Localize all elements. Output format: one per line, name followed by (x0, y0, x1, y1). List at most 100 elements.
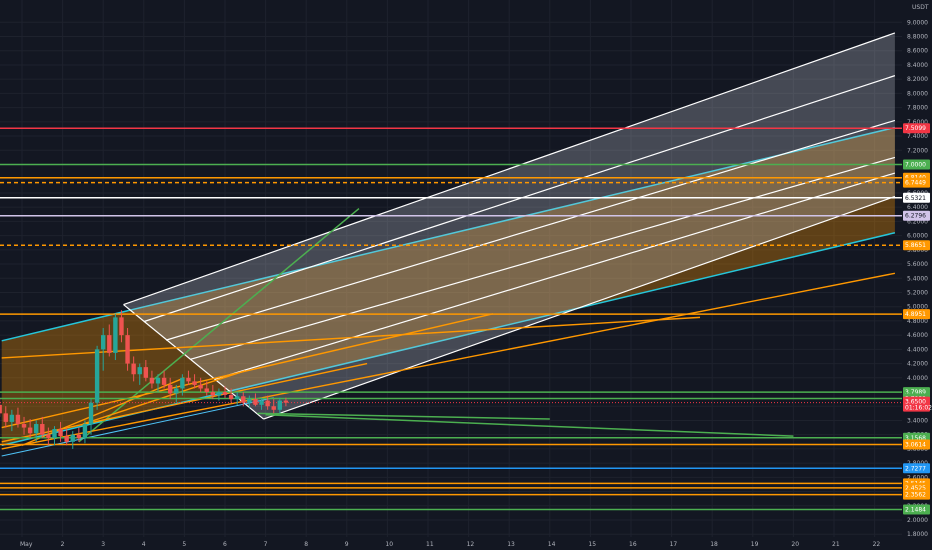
time-tick-label: 13 (507, 541, 515, 548)
candle-body (149, 377, 155, 384)
price-tick-label: 4.4000 (907, 346, 928, 353)
candle-body (277, 400, 283, 410)
candle-body (271, 406, 276, 410)
candle-body (259, 400, 264, 405)
price-tick-label: 7.4000 (907, 133, 928, 140)
price-tick-label: 8.4000 (907, 62, 928, 69)
time-tick-label: 5 (182, 541, 186, 548)
candle-body (155, 377, 161, 384)
countdown-text: 01:16:02 (905, 405, 932, 412)
time-axis[interactable]: May 2 3 4 5 6 7 8 9 10 11 12 13 14 15 16 17 18 19 20 21 22 (0, 537, 932, 550)
time-tick-label: 17 (670, 541, 678, 548)
price-level-badge-text: 7.0000 (905, 162, 926, 169)
price-tick-label: 4.2000 (907, 361, 928, 368)
candle-body (174, 388, 179, 394)
price-tick-label: 5.4000 (907, 275, 928, 282)
candle-body (210, 392, 216, 396)
candle-body (161, 377, 167, 385)
candle-body (241, 396, 246, 403)
candle-body (76, 434, 82, 439)
candle-body (9, 414, 15, 422)
candle-body (15, 414, 21, 425)
time-tick-label: 9 (345, 541, 349, 548)
price-tick-label: 8.8000 (907, 34, 928, 41)
candle-body (125, 335, 130, 364)
time-tick-label: 19 (751, 541, 759, 548)
price-tick-label: 8.2000 (907, 76, 928, 83)
price-level-badge-text: 6.5321 (905, 195, 926, 202)
time-tick-label: 10 (385, 541, 393, 548)
candle-body (101, 335, 106, 350)
candle-body (228, 394, 234, 400)
price-level-badge-text: 7.5099 (905, 125, 926, 132)
candle-body (3, 413, 8, 422)
candle-body (34, 424, 39, 434)
price-tick-label: 6.4000 (907, 204, 928, 211)
price-level-badge-text: 5.8651 (905, 242, 926, 249)
price-tick-label: 7.8000 (907, 105, 928, 112)
price-tick-label: 5.2000 (907, 289, 928, 296)
price-tick-label: 8.6000 (907, 48, 928, 55)
price-level-badge-text: 2.3562 (905, 492, 926, 499)
candle-body (88, 402, 94, 425)
candle-body (58, 428, 63, 437)
time-tick-label: 4 (142, 541, 146, 548)
price-tick-label: 9.0000 (907, 19, 928, 26)
candle-body (143, 367, 149, 378)
candle-body (70, 434, 75, 442)
candle-body (253, 399, 258, 405)
candle-body (283, 400, 289, 403)
candle-body (167, 384, 173, 394)
candle-body (113, 317, 118, 353)
candle-body (131, 363, 136, 375)
candle-body (222, 392, 228, 395)
price-tick-label: 5.6000 (907, 261, 928, 268)
candle-body (216, 392, 222, 396)
candle-body (204, 388, 209, 393)
price-tick-label: 6.0000 (907, 233, 928, 240)
candle-body (192, 381, 197, 385)
price-level-badge-text: 6.7449 (905, 180, 926, 187)
price-level-badge-text: 4.8951 (905, 311, 926, 318)
candle-body (137, 367, 142, 375)
candle-body (186, 377, 191, 382)
currency-label: USDT (912, 4, 929, 11)
candle-body (21, 424, 27, 428)
price-tick-label: 4.0000 (907, 375, 928, 382)
chart-container[interactable]: USDT 1.80002.00002.20002.40002.60002.800… (0, 0, 932, 550)
candle-body (119, 317, 124, 336)
candle-body (82, 424, 88, 439)
candle-body (0, 404, 2, 414)
price-tick-label: 7.2000 (907, 147, 928, 154)
time-tick-label: 2 (61, 541, 65, 548)
time-tick-label: 11 (426, 541, 434, 548)
candle-body (94, 349, 100, 403)
time-tick-label: 18 (710, 541, 718, 548)
time-tick-label: 7 (264, 541, 268, 548)
candle-body (234, 396, 240, 400)
time-tick-label: 16 (629, 541, 637, 548)
price-level-badge-text: 3.0614 (905, 442, 926, 449)
price-chart[interactable]: USDT 1.80002.00002.20002.40002.60002.800… (0, 0, 932, 550)
time-tick-label: 6 (223, 541, 227, 548)
price-level-badge-text: 2.1484 (905, 506, 926, 513)
time-tick-label: 14 (548, 541, 556, 548)
candle-body (46, 434, 51, 439)
time-tick-label: 20 (791, 541, 799, 548)
time-tick-label: 8 (304, 541, 308, 548)
candle-body (180, 377, 185, 389)
time-tick-label: May (20, 541, 33, 548)
candle-body (52, 428, 57, 439)
candle-body (40, 424, 45, 435)
price-tick-label: 3.4000 (907, 417, 928, 424)
time-tick-label: 22 (873, 541, 881, 548)
price-tick-label: 2.0000 (907, 517, 928, 524)
candle-body (198, 384, 203, 389)
price-level-badge-text: 6.2796 (905, 213, 926, 220)
price-tick-label: 4.6000 (907, 332, 928, 339)
price-level-badge-text: 2.7277 (905, 465, 926, 472)
time-tick-label: 21 (832, 541, 840, 548)
candle-body (64, 436, 69, 442)
time-tick-label: 15 (588, 541, 596, 548)
price-tick-label: 8.0000 (907, 90, 928, 97)
